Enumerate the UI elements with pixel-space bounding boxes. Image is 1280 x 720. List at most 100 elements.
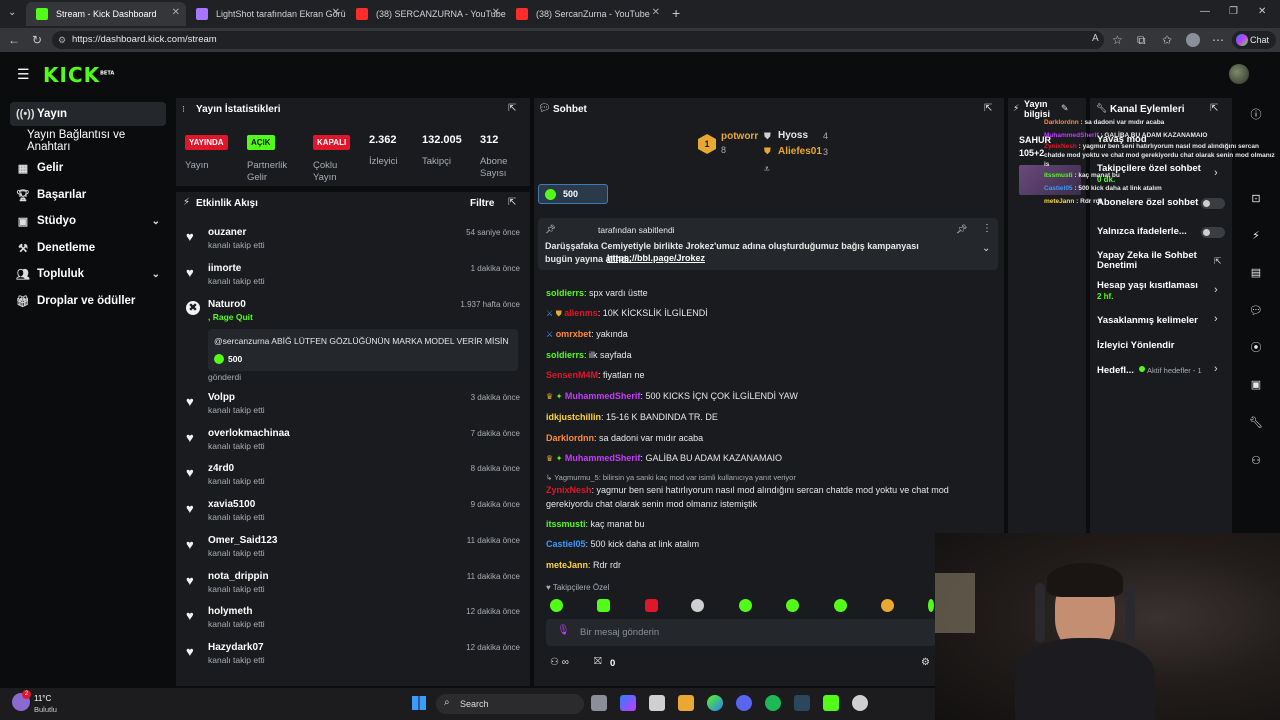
emote-icon[interactable]: [834, 599, 847, 612]
chat-input[interactable]: 🎙︎ Bir mesaj gönderin: [546, 619, 936, 646]
sidebar-item-yayin[interactable]: ((•)) Yayın: [10, 102, 166, 126]
share-icon[interactable]: ⚇: [1249, 454, 1263, 468]
sidebar-item-stream-key[interactable]: Yayın Bağlantısı ve Anahtarı: [10, 129, 166, 153]
chat-username[interactable]: omrxbet: [556, 329, 592, 339]
emote-icon[interactable]: [645, 599, 658, 612]
emote-icon[interactable]: [550, 599, 563, 612]
copilot-chat-button[interactable]: Chat: [1232, 31, 1276, 49]
chat-username[interactable]: MuhammedSherif: [565, 453, 641, 463]
sidebar-item-studyo[interactable]: ▣ Stüdyo ⌄: [10, 209, 166, 233]
broadcast-icon[interactable]: ⦿: [1249, 341, 1263, 355]
account-age-row[interactable]: Hesap yaşı kısıtlaması: [1097, 280, 1198, 291]
close-tab-icon[interactable]: ✕: [332, 7, 340, 18]
users-infinity-icon[interactable]: ⚇ ∞: [550, 657, 569, 668]
close-tab-icon[interactable]: ✕: [492, 7, 500, 18]
emote-icon[interactable]: [691, 599, 704, 612]
activity-username[interactable]: Naturo0: [208, 299, 246, 310]
tab-list-icon[interactable]: ⌄: [8, 7, 16, 18]
minimize-icon[interactable]: —: [1200, 6, 1210, 17]
tab-lightshot[interactable]: LightShot tarafından Ekran Görünt ✕: [186, 2, 346, 26]
spotify-icon[interactable]: [765, 695, 781, 711]
goals-row[interactable]: Hedefl...: [1097, 365, 1134, 376]
sidebar-item-basarilar[interactable]: 🏆︎ Başarılar: [10, 183, 166, 207]
activity-username[interactable]: z4rd0: [208, 463, 234, 474]
leaderboard-user[interactable]: potworr: [721, 131, 758, 142]
tab-kick-dashboard[interactable]: Stream - Kick Dashboard ✕: [26, 2, 186, 26]
sidebar-item-topluluk[interactable]: 👥︎ Topluluk ⌄: [10, 262, 166, 286]
activity-username[interactable]: Hazydark07: [208, 642, 264, 653]
profile-avatar-icon[interactable]: [1186, 33, 1200, 47]
chat-username[interactable]: idkjustchillin: [546, 412, 601, 422]
emote-icon[interactable]: [881, 599, 894, 612]
back-icon[interactable]: ←: [8, 33, 20, 47]
chevron-right-icon[interactable]: ›: [1214, 313, 1218, 325]
activity-username[interactable]: ouzaner: [208, 227, 246, 238]
favorite-star-icon[interactable]: ☆: [1112, 33, 1123, 47]
close-tab-icon[interactable]: ✕: [172, 7, 180, 18]
steam-icon[interactable]: [794, 695, 810, 711]
activity-username[interactable]: overlokmachinaa: [208, 428, 290, 439]
kicks-goal-pill[interactable]: 500: [538, 184, 608, 204]
activity-username[interactable]: xavia5100: [208, 499, 255, 510]
popout-icon[interactable]: ⇱: [984, 103, 992, 114]
reload-icon[interactable]: ↻: [32, 33, 42, 47]
layout-icon[interactable]: ▣: [1249, 378, 1263, 392]
banned-words-row[interactable]: Yasaklanmış kelimeler: [1097, 315, 1198, 326]
chat-bubble-icon[interactable]: 💬︎: [1249, 304, 1263, 318]
activity-username[interactable]: holymeth: [208, 606, 252, 617]
popout-icon[interactable]: ⇱: [1210, 103, 1218, 114]
chat-username[interactable]: Castiel05: [546, 539, 586, 549]
chat-username[interactable]: meteJann: [546, 560, 588, 570]
kick-logo[interactable]: KICKBETA: [43, 63, 114, 87]
unpin-icon[interactable]: 📌︎: [956, 224, 967, 235]
copilot-app-icon[interactable]: [620, 695, 636, 711]
edge-browser-icon[interactable]: [707, 695, 723, 711]
more-options-icon[interactable]: ⋯: [1212, 33, 1224, 47]
ai-moderation-row[interactable]: Yapay Zeka ile Sohbet Denetimi: [1097, 251, 1207, 271]
emote-only-row[interactable]: Yalnızca ifadelerle...: [1097, 226, 1187, 237]
activity-username[interactable]: iimorte: [208, 263, 241, 274]
popout-icon[interactable]: ⇱: [508, 103, 516, 114]
microphone-icon[interactable]: 🎙︎: [557, 625, 570, 636]
taskbar-search[interactable]: ⌕ Search: [436, 694, 584, 714]
tab-youtube-2[interactable]: (38) SercanZurna - YouTube ✕: [506, 2, 666, 26]
user-avatar[interactable]: [1229, 64, 1249, 84]
document-icon[interactable]: ▤: [1249, 266, 1263, 280]
filter-button[interactable]: Filtre: [470, 198, 494, 209]
chat-username[interactable]: soldierrs: [546, 288, 584, 298]
chat-username[interactable]: SensenM4M: [546, 370, 598, 380]
leaderboard-user[interactable]: Aliefes01: [778, 146, 822, 157]
discord-icon[interactable]: [736, 695, 752, 711]
chat-username[interactable]: ZynixNesh: [546, 485, 592, 495]
lightning-icon[interactable]: ⚡︎: [1249, 229, 1263, 243]
favorites-icon[interactable]: ✩: [1162, 33, 1172, 47]
pinned-link[interactable]: https://bbl.page/Jrokez: [607, 253, 705, 263]
edit-pencil-icon[interactable]: ✎: [1061, 103, 1069, 114]
activity-username[interactable]: Volpp: [208, 392, 235, 403]
file-explorer-icon[interactable]: [678, 695, 694, 711]
restore-icon[interactable]: ❐: [1229, 6, 1238, 17]
activity-username[interactable]: nota_drippin: [208, 571, 269, 582]
settings-gear-icon[interactable]: ⚙: [921, 657, 930, 668]
address-bar[interactable]: ⚙ https://dashboard.kick.com/stream: [52, 31, 1104, 49]
popout-icon[interactable]: ⇱: [508, 197, 516, 208]
sidebar-item-droplar[interactable]: 🎁︎ Droplar ve ödüller: [10, 289, 166, 313]
close-tab-icon[interactable]: ✕: [652, 7, 660, 18]
chevron-right-icon[interactable]: ›: [1214, 284, 1218, 296]
store-icon[interactable]: [649, 695, 665, 711]
windows-start-icon[interactable]: [412, 696, 426, 710]
obs-icon[interactable]: [852, 695, 868, 711]
site-info-icon[interactable]: ⚙: [58, 31, 66, 49]
more-options-icon[interactable]: ⋮: [982, 223, 992, 234]
chat-username[interactable]: alienms: [564, 308, 598, 318]
emote-icon[interactable]: [739, 599, 752, 612]
raid-row[interactable]: İzleyici Yönlendir: [1097, 340, 1174, 351]
chat-username[interactable]: Darklordnn: [546, 433, 594, 443]
stats-grip-icon[interactable]: ⁝: [182, 104, 185, 115]
external-link-icon[interactable]: ⇱: [1214, 256, 1222, 267]
emote-icon[interactable]: [928, 599, 934, 612]
extensions-icon[interactable]: ⧉: [1137, 33, 1146, 48]
emote-icon[interactable]: [786, 599, 799, 612]
emote-only-toggle[interactable]: [1201, 227, 1225, 238]
gift-box-icon[interactable]: ⛝: [594, 656, 602, 667]
